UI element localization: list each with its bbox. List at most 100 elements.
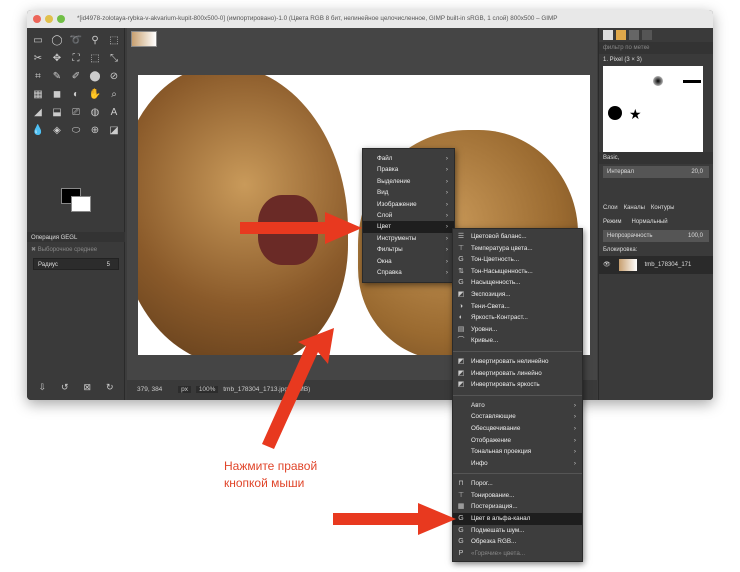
tab-channels[interactable]: Каналы [624,202,645,214]
zoom-button[interactable] [57,15,65,23]
brush-filter[interactable]: фильтр по метке [599,42,713,54]
tool-icon[interactable]: ⬭ [69,124,83,138]
color-menu-item[interactable]: ◩ Инвертировать линейно [453,368,582,380]
menu-item-10[interactable]: Справка › [363,267,454,278]
gegl-option[interactable]: ✖ Выборочное среднее [27,244,97,256]
tool-icon[interactable]: ⊕ [88,124,102,138]
visibility-eye-icon[interactable]: 👁 [603,256,611,274]
color-menu-item[interactable]: G Подмешать шум... [453,525,582,537]
star-brush-icon: ★ [629,106,642,122]
color-menu-item[interactable]: ⌒ Кривые... [453,335,582,347]
tool-icon[interactable]: ⬤ [88,70,102,84]
layer-row[interactable]: 👁 tmb_178304_171 [599,256,713,274]
tool-icon[interactable]: ✋ [88,88,102,102]
tool-icon[interactable]: ⤡ [107,52,121,66]
color-menu-item[interactable]: ⇅ Тон-Насыщенность... [453,266,582,278]
tool-icon[interactable]: ▭ [31,34,45,48]
color-menu-item[interactable]: ▤ Уровни... [453,324,582,336]
menu-item-label: Справка [377,268,402,276]
menu-item-7[interactable]: Инструменты › [363,233,454,244]
tool-icon[interactable]: ⊘ [107,70,121,84]
radius-field[interactable]: Радиус 5 [33,258,119,270]
menu-item-label: Изображение [377,200,417,208]
color-menu-item[interactable]: G Насыщенность... [453,277,582,289]
close-button[interactable] [33,15,41,23]
tool-icon[interactable]: ✥ [50,52,64,66]
menu-item-6[interactable]: Цвет › [363,221,454,233]
background-color[interactable] [71,196,91,212]
tool-icon[interactable]: ⌗ [31,70,45,84]
color-menu-item[interactable]: ⊓ Порог... [453,478,582,490]
delete-icon[interactable]: ⊠ [83,382,91,393]
opacity-slider[interactable]: Непрозрачность 100,0 [603,230,709,242]
tool-icon[interactable]: ⛶ [69,52,83,66]
zoom-select[interactable]: 100% [195,386,219,393]
color-menu-item[interactable]: ◐ Яркость-Контраст... [453,312,582,324]
tool-icon[interactable]: ◐ [69,88,83,102]
mode-select[interactable]: Нормальный [632,216,668,228]
tool-icon[interactable]: ➰ [69,34,83,48]
tool-icon[interactable]: ◢ [31,106,45,120]
color-menu-item[interactable]: ◩ Инвертировать яркость [453,379,582,391]
save-icon[interactable]: ⇩ [38,382,46,393]
spacing-value: 20,0 [691,169,703,175]
tool-icon[interactable]: ⌕ [107,88,121,102]
menu-item-3[interactable]: Вид › [363,187,454,198]
document-tab-icon[interactable] [642,30,652,40]
color-menu-item[interactable]: Обесцвечивание › [453,423,582,435]
tool-icon[interactable]: ◯ [50,34,64,48]
reset-icon[interactable]: ↻ [106,382,114,393]
tool-icon[interactable]: ✎ [50,70,64,84]
color-menu-item[interactable]: Тональная проекция › [453,446,582,458]
menu-item-5[interactable]: Слой › [363,210,454,221]
menu-item-8[interactable]: Фильтры › [363,244,454,255]
color-menu-item[interactable]: Инфо › [453,458,582,470]
brushes-tab-icon[interactable] [603,30,613,40]
tool-icon[interactable]: ◼ [50,88,64,102]
menu-item-4[interactable]: Изображение › [363,199,454,210]
image-tab-thumbnail[interactable] [131,31,157,47]
color-menu-item[interactable]: ▦ Постеризация... [453,501,582,513]
tool-icon[interactable]: ⬓ [50,106,64,120]
tool-icon[interactable]: ▦ [31,88,45,102]
tool-icon[interactable]: ✐ [69,70,83,84]
color-menu-item[interactable]: G Обрезка RGB... [453,536,582,548]
color-menu-item[interactable]: Составляющие › [453,411,582,423]
tool-icon[interactable]: ⬚ [107,34,121,48]
color-menu-item[interactable]: Авто › [453,400,582,412]
tool-icon[interactable]: 💧 [31,124,45,138]
menu-item-0[interactable]: Файл › [363,153,454,164]
tab-layers[interactable]: Слои [603,202,618,214]
tab-paths[interactable]: Контуры [651,202,675,214]
color-menu-item[interactable]: G Тон-Цветность... [453,254,582,266]
patterns-tab-icon[interactable] [616,30,626,40]
restore-icon[interactable]: ↺ [61,382,69,393]
tool-icon[interactable]: ⬚ [88,52,102,66]
spacing-slider[interactable]: Интервал 20,0 [603,166,709,178]
color-menu-item[interactable]: ◩ Инвертировать нелинейно [453,356,582,368]
tool-icon[interactable]: ◍ [88,106,102,120]
contrast-icon: ◐ [458,314,464,322]
color-menu-item[interactable]: ⊤ Тонирование... [453,490,582,502]
color-menu-item[interactable]: ☰ Цветовой баланс... [453,231,582,243]
tool-icon[interactable]: ◈ [50,124,64,138]
color-menu-item[interactable]: ◑ Тени-Света... [453,301,582,313]
tool-icon[interactable]: ⚲ [88,34,102,48]
unit-select[interactable]: px [178,386,191,393]
color-menu-item[interactable]: ◩ Экспозиция... [453,289,582,301]
tool-icon[interactable]: ⎚ [69,106,83,120]
tool-icon[interactable]: A [107,106,121,120]
color-menu-item[interactable]: Отображение › [453,435,582,447]
tool-icon[interactable]: ◪ [107,124,121,138]
brush-grid[interactable]: ★ [603,66,703,152]
minimize-button[interactable] [45,15,53,23]
tool-icon[interactable]: ✂ [31,52,45,66]
fonts-tab-icon[interactable] [629,30,639,40]
menu-item-1[interactable]: Правка › [363,164,454,175]
menu-item-2[interactable]: Выделение › [363,176,454,187]
layer-thumbnail [618,259,637,271]
menu-item-9[interactable]: Окна › [363,256,454,267]
color-menu-item[interactable]: ⊤ Температура цвета... [453,243,582,255]
color-menu-item[interactable]: G Цвет в альфа-канал [453,513,582,525]
brush-set[interactable]: Basic, [599,152,713,164]
